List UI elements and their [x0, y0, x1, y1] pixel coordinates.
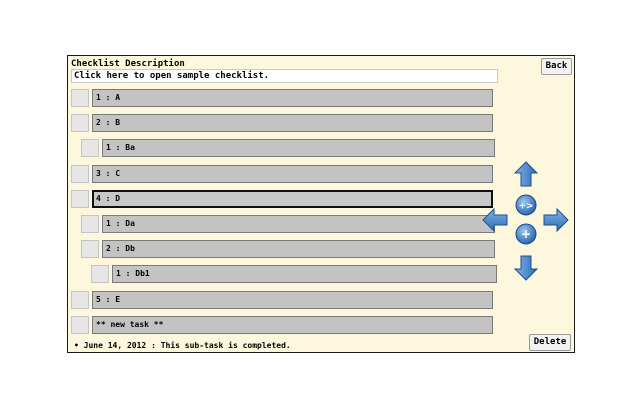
task-checkbox[interactable] [71, 165, 89, 183]
checklist-description-label: Checklist Description [71, 59, 185, 69]
task-checkbox[interactable] [81, 240, 99, 258]
svg-text:+: + [521, 227, 531, 241]
delete-button[interactable]: Delete [529, 334, 571, 351]
task-checkbox[interactable] [71, 89, 89, 107]
task-row: 3 : C [68, 165, 508, 183]
task-checkbox[interactable] [71, 114, 89, 132]
task-item[interactable]: 1 : Ba [102, 139, 495, 157]
back-button[interactable]: Back [541, 58, 572, 75]
task-item[interactable]: 1 : A [92, 89, 493, 107]
task-checkbox[interactable] [81, 215, 99, 233]
task-item[interactable]: 3 : C [92, 165, 493, 183]
task-row: 1 : Ba [68, 139, 508, 157]
task-checkbox[interactable] [91, 265, 109, 283]
arrow-up-icon[interactable] [513, 161, 539, 187]
task-item[interactable]: ** new task ** [92, 316, 493, 334]
task-item[interactable]: 5 : E [92, 291, 493, 309]
arrow-left-icon[interactable] [482, 207, 508, 233]
status-text: • June 14, 2012 : This sub-task is compl… [74, 341, 291, 350]
task-checkbox[interactable] [71, 316, 89, 334]
task-item[interactable]: 1 : Db1 [112, 265, 497, 283]
task-item[interactable]: 2 : Db [102, 240, 495, 258]
task-row: 5 : E [68, 291, 508, 309]
task-item[interactable]: 2 : B [92, 114, 493, 132]
checklist-open-link[interactable]: Click here to open sample checklist. [71, 69, 498, 83]
task-row: 2 : Db [68, 240, 508, 258]
arrow-right-icon[interactable] [543, 207, 569, 233]
add-icon[interactable]: + [515, 223, 537, 245]
task-row: 2 : B [68, 114, 508, 132]
task-row: 1 : Db1 [68, 265, 508, 283]
task-checkbox[interactable] [71, 291, 89, 309]
task-row: 1 : Da [68, 215, 508, 233]
task-checkbox[interactable] [71, 190, 89, 208]
add-subtask-icon[interactable]: +> [515, 194, 537, 216]
checklist-panel: Checklist Description Click here to open… [67, 55, 575, 353]
task-item[interactable]: 4 : D [92, 190, 493, 208]
task-checkbox[interactable] [81, 139, 99, 157]
arrow-down-icon[interactable] [513, 255, 539, 281]
task-row: ** new task ** [68, 316, 508, 334]
task-item[interactable]: 1 : Da [102, 215, 495, 233]
task-row: 4 : D [68, 190, 508, 208]
svg-text:+>: +> [518, 202, 533, 212]
task-row: 1 : A [68, 89, 508, 107]
